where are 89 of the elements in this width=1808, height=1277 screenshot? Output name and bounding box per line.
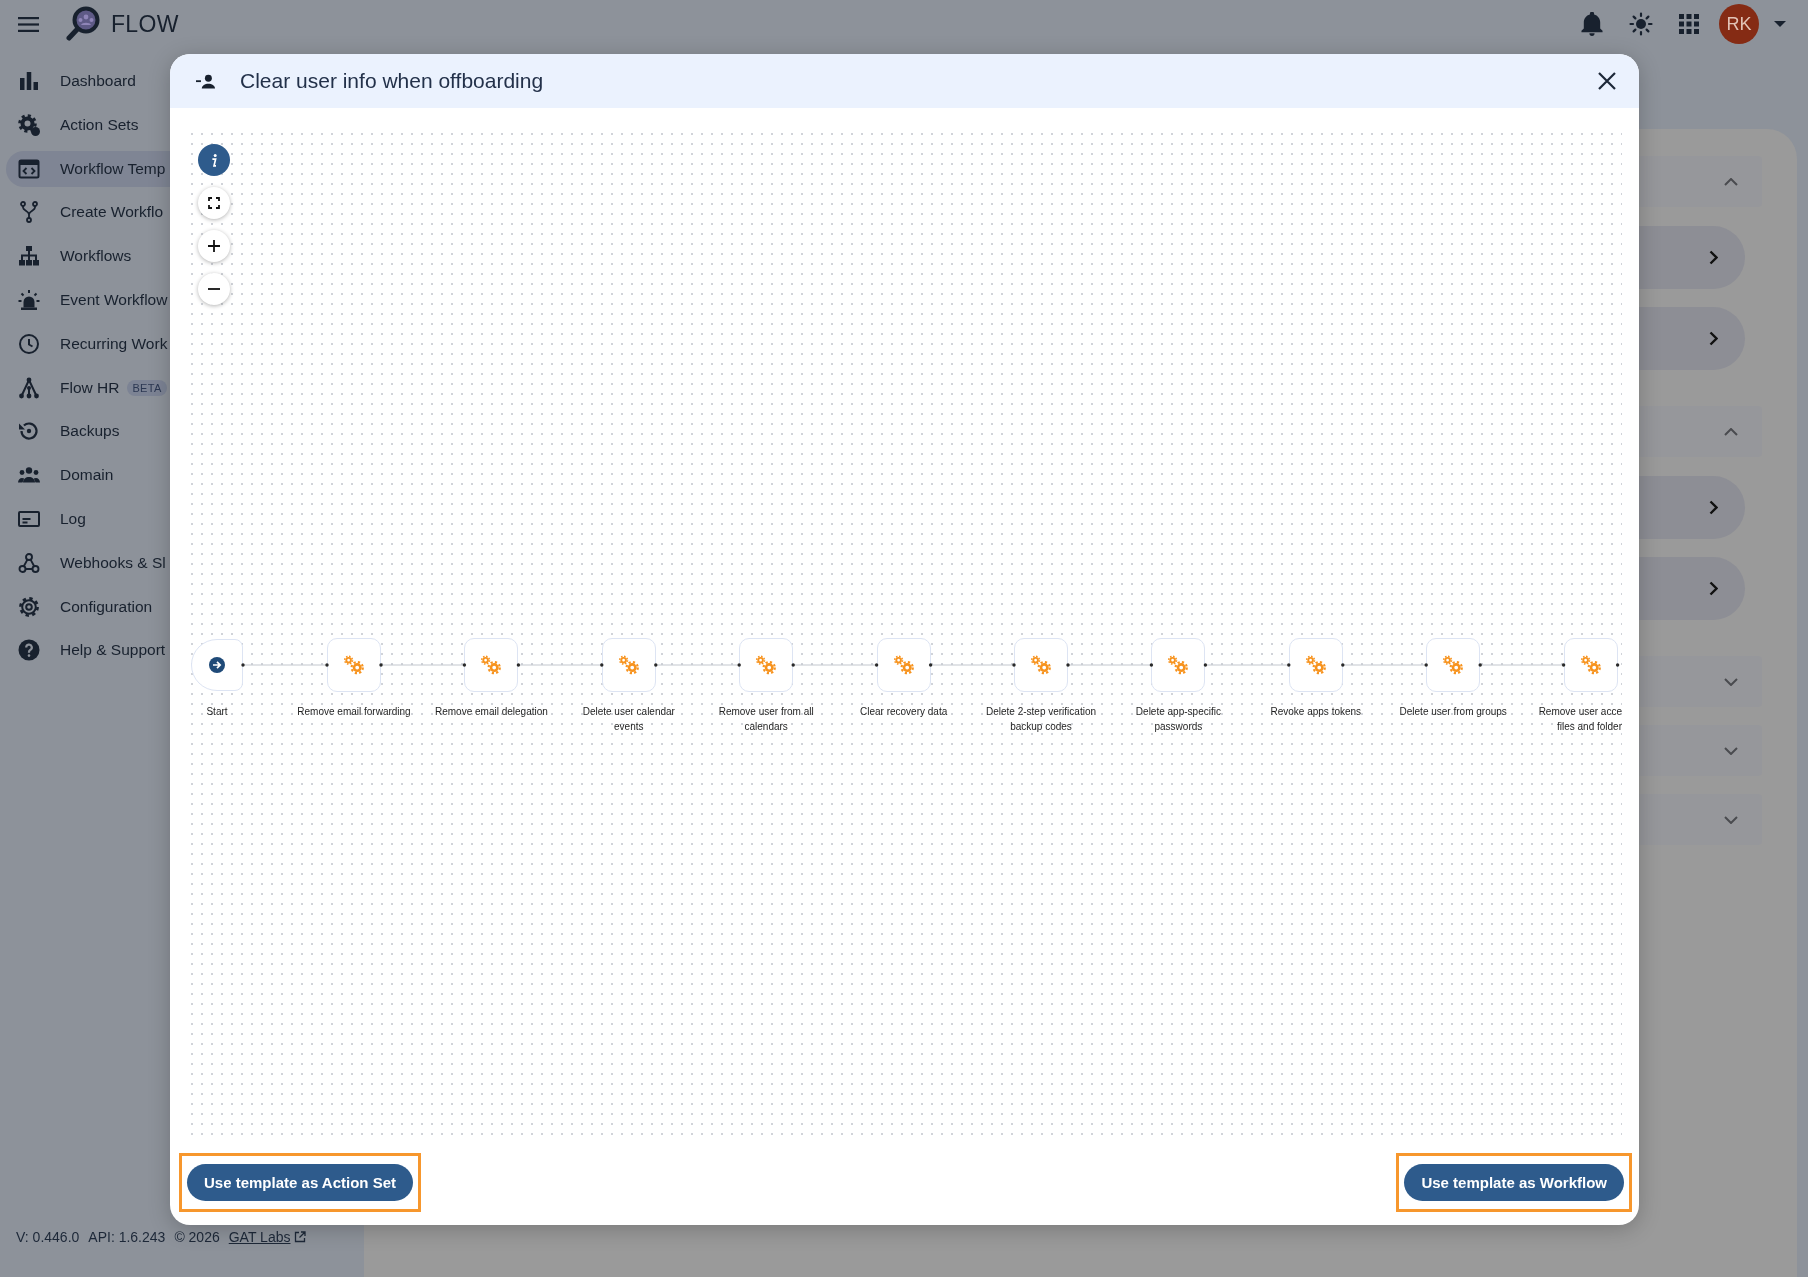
- siren-icon: [17, 288, 41, 312]
- node-label: Delete app-specific passwords: [1135, 705, 1221, 734]
- caret-icon: [1774, 21, 1786, 27]
- node-label: Remove user from all calendars: [718, 705, 814, 734]
- version-text: V: 0.446.0: [16, 1229, 80, 1245]
- chevron-down-icon: [1724, 746, 1738, 755]
- gears-icon: [755, 655, 778, 675]
- info-button[interactable]: [198, 144, 230, 176]
- plus-icon: [208, 240, 220, 252]
- dialog-title: Clear user info when offboarding: [240, 69, 544, 93]
- node-label: Remove user acce files and folder: [1538, 705, 1622, 734]
- chevron-right-icon: [1709, 331, 1718, 346]
- close-icon: [1598, 72, 1616, 90]
- node-label: Remove email forwarding: [297, 705, 411, 719]
- sidebar-item[interactable]: Action Sets: [6, 106, 170, 143]
- sidebar-item[interactable]: Event Workflow: [6, 282, 170, 318]
- sidebar-item[interactable]: Create Workflo: [6, 194, 170, 231]
- webhook-icon: [17, 550, 41, 575]
- chevron-down-icon: [1724, 815, 1738, 824]
- gears-icon: [892, 655, 915, 675]
- sidebar-item[interactable]: Domain: [6, 457, 170, 494]
- help-icon: [17, 638, 41, 663]
- node-label: Delete 2-step verification backup codes: [985, 705, 1097, 734]
- gears-icon: [1030, 655, 1052, 675]
- connection-handle-icon: [1615, 663, 1620, 667]
- sidebar-item[interactable]: Dashboard: [6, 63, 170, 99]
- node-label: Delete user from groups: [1399, 705, 1507, 719]
- menu-icon: [18, 16, 39, 32]
- hierarchy-icon: [17, 244, 41, 269]
- theme-button[interactable]: [1629, 12, 1653, 36]
- chevron-up-icon: [1724, 177, 1738, 186]
- clock-icon: [17, 331, 41, 356]
- gears-icon: [1304, 655, 1327, 675]
- logo-text: FLOW: [111, 10, 179, 38]
- gears-icon: [1579, 655, 1602, 675]
- workflow-button[interactable]: Use template as Workflow: [1404, 1164, 1624, 1201]
- user-avatar[interactable]: RK: [1719, 4, 1759, 44]
- chevron-right-icon: [1709, 500, 1718, 515]
- grid-icon: [1679, 14, 1699, 34]
- account-menu-button[interactable]: [1774, 21, 1786, 27]
- menu-button[interactable]: [18, 16, 39, 32]
- close-button[interactable]: [1598, 72, 1616, 90]
- chevron-right-icon: [1709, 250, 1718, 265]
- action-set-button[interactable]: Use template as Action Set: [187, 1164, 413, 1201]
- zoom-in-button[interactable]: [198, 230, 230, 262]
- bar-chart-icon: [17, 69, 41, 93]
- bell-icon: [1581, 12, 1603, 36]
- sidebar-item[interactable]: Backups: [6, 413, 170, 450]
- chevron-down-icon: [1724, 677, 1738, 686]
- node-label: Revoke apps tokens: [1270, 705, 1362, 719]
- gears-icon: [1442, 655, 1465, 675]
- fullscreen-icon: [208, 197, 220, 209]
- sun-icon: [1629, 12, 1653, 36]
- gear-icon: [17, 112, 41, 137]
- minus-icon: [208, 288, 220, 290]
- node-graph-icon: [17, 375, 41, 400]
- node-label: Start: [206, 705, 228, 719]
- node-label: Clear recovery data: [859, 705, 948, 719]
- sidebar-item[interactable]: Flow HR BETA: [6, 369, 170, 406]
- chevron-up-icon: [1724, 427, 1738, 436]
- notifications-button[interactable]: [1581, 12, 1603, 36]
- person-remove-icon: [196, 73, 215, 89]
- apps-button[interactable]: [1679, 14, 1699, 34]
- sidebar-item[interactable]: Configuration: [6, 588, 170, 625]
- sidebar-item[interactable]: Workflow Temp: [6, 150, 170, 187]
- gears-icon: [1167, 655, 1190, 675]
- chevron-right-icon: [1709, 581, 1718, 596]
- sidebar-item[interactable]: Workflows: [6, 238, 170, 275]
- footer-link[interactable]: GAT Labs: [228, 1229, 291, 1245]
- gears-icon: [343, 655, 365, 675]
- gears-icon: [480, 655, 503, 675]
- gear-icon: [17, 594, 41, 619]
- sidebar-item[interactable]: Log: [6, 500, 170, 537]
- arrow-right-circle-icon: [209, 657, 225, 673]
- fit-view-button[interactable]: [198, 187, 230, 219]
- magnifier-logo-icon: [66, 6, 100, 42]
- api-version-text: API: 1.6.243: [88, 1229, 166, 1245]
- sidebar-item[interactable]: Recurring Work: [6, 325, 170, 362]
- node-label: Delete user calendar events: [582, 705, 675, 734]
- branch-icon: [17, 200, 41, 225]
- node-label: Remove email delegation: [434, 705, 548, 719]
- beta-badge: BETA: [127, 379, 167, 396]
- zoom-out-button[interactable]: [198, 273, 230, 305]
- gears-icon: [617, 655, 640, 675]
- external-link-icon: [294, 1231, 307, 1243]
- info-icon: [210, 153, 218, 167]
- sidebar-item[interactable]: Webhooks & Sl: [6, 544, 170, 581]
- copyright-text: © 2026: [174, 1229, 220, 1245]
- sidebar-item[interactable]: Help & Support: [6, 632, 170, 669]
